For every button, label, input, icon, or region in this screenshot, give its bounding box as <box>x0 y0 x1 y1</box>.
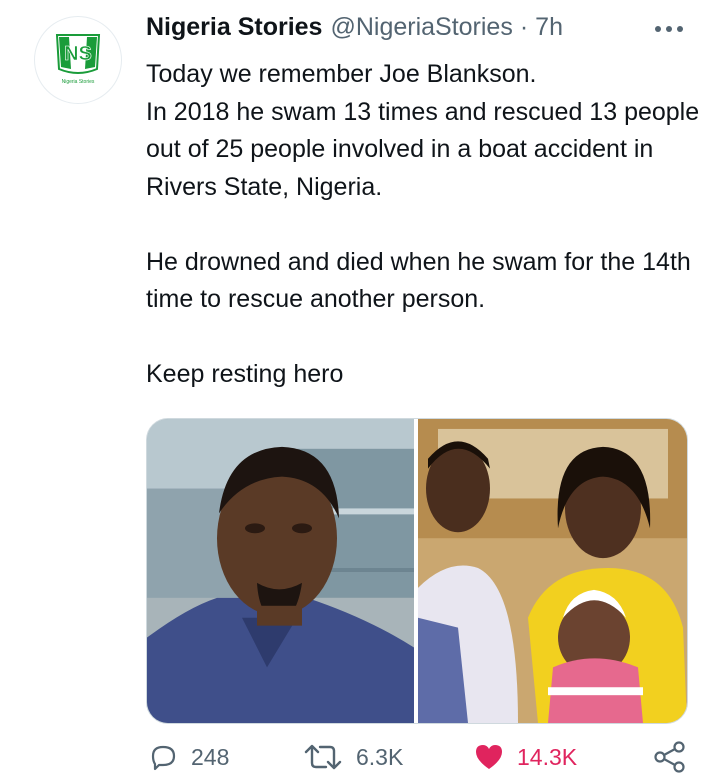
more-options-icon[interactable] <box>651 17 687 41</box>
tweet-header: Nigeria Stories @NigeriaStories · 7h <box>146 9 563 45</box>
tweet-timestamp[interactable]: 7h <box>535 13 563 42</box>
like-button[interactable]: 14.3K <box>473 738 577 776</box>
nigeria-stories-logo: NS Nigeria Stories <box>55 34 101 85</box>
tweet-actions: 248 6.3K 14.3K <box>0 738 718 776</box>
author-display-name[interactable]: Nigeria Stories <box>146 13 322 42</box>
logo-caption: Nigeria Stories <box>62 79 95 85</box>
tweet-line: Today we remember Joe Blankson. <box>146 60 537 88</box>
tweet-media <box>146 418 688 724</box>
avatar[interactable]: NS Nigeria Stories <box>34 16 122 104</box>
heart-icon <box>476 745 502 769</box>
retweet-count: 6.3K <box>356 743 404 770</box>
tweet-line: Keep resting hero <box>146 360 344 388</box>
tweet-line: He drowned and died when he swam for the… <box>146 247 691 314</box>
tweet-line: In 2018 he swam 13 times and rescued 13 … <box>146 97 700 201</box>
share-icon <box>654 741 685 773</box>
retweet-button[interactable]: 6.3K <box>302 738 403 776</box>
share-button[interactable] <box>652 738 688 776</box>
logo-text: NS <box>64 43 92 65</box>
reply-count: 248 <box>191 743 230 770</box>
retweet-icon <box>304 744 342 770</box>
reply-icon <box>151 745 176 771</box>
photo-family[interactable] <box>418 419 687 723</box>
like-count: 14.3K <box>517 743 578 770</box>
reply-button[interactable]: 248 <box>147 738 229 776</box>
photo-man-portrait[interactable] <box>147 419 414 723</box>
author-handle[interactable]: @NigeriaStories <box>330 13 512 42</box>
tweet-text: Today we remember Joe Blankson. In 2018 … <box>146 56 706 394</box>
separator-dot: · <box>519 12 529 41</box>
